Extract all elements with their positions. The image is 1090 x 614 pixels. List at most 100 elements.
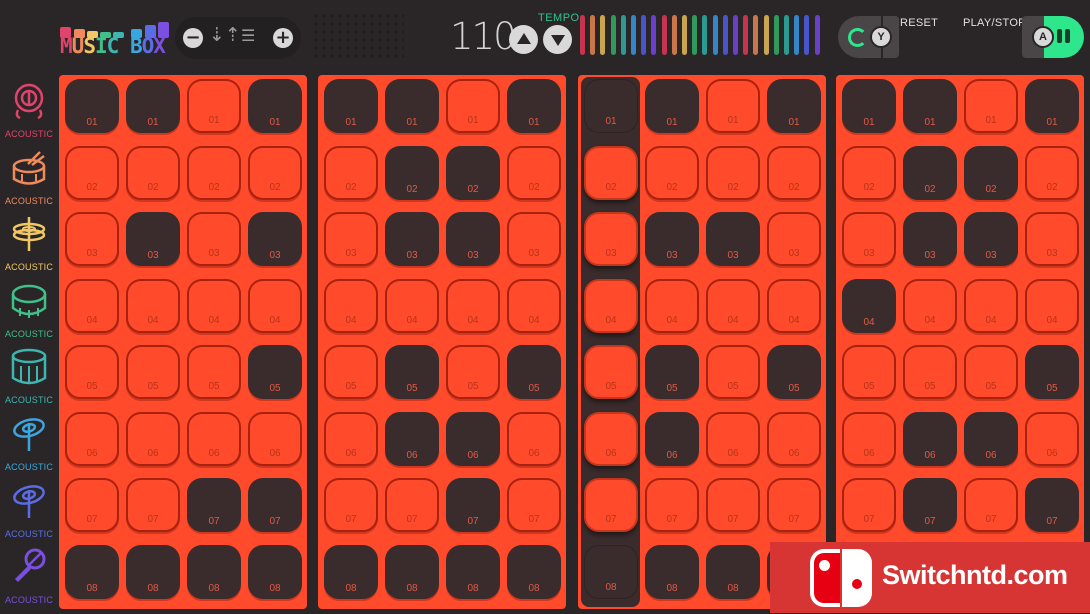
- step-cell[interactable]: 05: [446, 345, 500, 399]
- step-cell[interactable]: 05: [767, 345, 821, 399]
- step-cell[interactable]: 01: [1025, 79, 1079, 133]
- step-cell[interactable]: 01: [903, 79, 957, 133]
- step-cell[interactable]: 06: [385, 411, 439, 466]
- step-cell[interactable]: 06: [446, 411, 500, 466]
- step-cell[interactable]: 06: [248, 411, 302, 466]
- step-cell[interactable]: 07: [767, 478, 821, 532]
- step-cell[interactable]: 08: [645, 544, 699, 599]
- step-cell[interactable]: 04: [584, 278, 638, 333]
- instrument-6[interactable]: ACOUSTIC: [0, 415, 58, 481]
- step-cell[interactable]: 05: [126, 345, 180, 399]
- step-cell[interactable]: 04: [187, 278, 241, 333]
- instrument-5[interactable]: ACOUSTIC: [0, 348, 58, 414]
- sort-arrows-icon[interactable]: ⇣⇡: [209, 25, 241, 45]
- step-cell[interactable]: 04: [324, 278, 378, 333]
- step-cell[interactable]: 02: [248, 145, 302, 200]
- step-cell[interactable]: 03: [706, 212, 760, 266]
- step-cell[interactable]: 06: [964, 411, 1018, 466]
- step-cell[interactable]: 07: [446, 478, 500, 532]
- step-cell[interactable]: 07: [65, 478, 119, 532]
- step-cell[interactable]: 08: [187, 544, 241, 599]
- step-cell[interactable]: 07: [584, 478, 638, 532]
- step-cell[interactable]: 01: [187, 79, 241, 133]
- step-cell[interactable]: 04: [645, 278, 699, 333]
- step-cell[interactable]: 04: [507, 278, 561, 333]
- step-cell[interactable]: 06: [903, 411, 957, 466]
- step-cell[interactable]: 04: [126, 278, 180, 333]
- plus-circle-icon[interactable]: +: [273, 28, 293, 48]
- step-cell[interactable]: 03: [507, 212, 561, 266]
- step-cell[interactable]: 06: [767, 411, 821, 466]
- step-cell[interactable]: 03: [65, 212, 119, 266]
- step-cell[interactable]: 05: [248, 345, 302, 399]
- step-cell[interactable]: 05: [385, 345, 439, 399]
- step-cell[interactable]: 03: [324, 212, 378, 266]
- tempo-down-button[interactable]: [543, 25, 572, 54]
- step-cell[interactable]: 02: [645, 145, 699, 200]
- step-cell[interactable]: 04: [65, 278, 119, 333]
- step-cell[interactable]: 02: [507, 145, 561, 200]
- step-cell[interactable]: 06: [187, 411, 241, 466]
- step-cell[interactable]: 05: [187, 345, 241, 399]
- step-cell[interactable]: 02: [385, 145, 439, 200]
- instrument-1[interactable]: ACOUSTIC: [0, 82, 58, 148]
- step-cell[interactable]: 02: [903, 145, 957, 200]
- step-cell[interactable]: 04: [1025, 278, 1079, 333]
- minus-circle-icon[interactable]: −: [183, 28, 203, 48]
- step-cell[interactable]: 03: [126, 212, 180, 266]
- step-cell[interactable]: 02: [842, 145, 896, 200]
- step-cell[interactable]: 01: [385, 79, 439, 133]
- step-cell[interactable]: 08: [248, 544, 302, 599]
- step-cell[interactable]: 06: [645, 411, 699, 466]
- instrument-4[interactable]: ACOUSTIC: [0, 282, 58, 348]
- step-cell[interactable]: 01: [248, 79, 302, 133]
- step-cell[interactable]: 03: [903, 212, 957, 266]
- step-cell[interactable]: 04: [248, 278, 302, 333]
- step-cell[interactable]: 04: [964, 278, 1018, 333]
- step-cell[interactable]: 02: [324, 145, 378, 200]
- step-cell[interactable]: 06: [584, 411, 638, 466]
- step-cell[interactable]: 05: [645, 345, 699, 399]
- step-cell[interactable]: 06: [706, 411, 760, 466]
- step-cell[interactable]: 01: [507, 79, 561, 133]
- step-cell[interactable]: 04: [706, 278, 760, 333]
- step-cell[interactable]: 06: [842, 411, 896, 466]
- step-cell[interactable]: 05: [584, 345, 638, 399]
- step-cell[interactable]: 05: [706, 345, 760, 399]
- step-cell[interactable]: 01: [964, 79, 1018, 133]
- instrument-8[interactable]: ACOUSTIC: [0, 548, 58, 614]
- step-cell[interactable]: 07: [187, 478, 241, 532]
- step-cell[interactable]: 07: [842, 478, 896, 532]
- step-cell[interactable]: 02: [584, 145, 638, 200]
- step-cell[interactable]: 07: [706, 478, 760, 532]
- step-cell[interactable]: 04: [767, 278, 821, 333]
- step-cell[interactable]: 05: [507, 345, 561, 399]
- step-cell[interactable]: 02: [964, 145, 1018, 200]
- step-cell[interactable]: 06: [324, 411, 378, 466]
- step-cell[interactable]: 01: [842, 79, 896, 133]
- step-cell[interactable]: 03: [1025, 212, 1079, 266]
- sliders-icon[interactable]: ☰: [241, 26, 255, 46]
- step-cell[interactable]: 08: [507, 544, 561, 599]
- step-cell[interactable]: 08: [584, 544, 638, 599]
- step-cell[interactable]: 07: [903, 478, 957, 532]
- step-cell[interactable]: 07: [385, 478, 439, 532]
- step-cell[interactable]: 03: [248, 212, 302, 266]
- step-cell[interactable]: 02: [126, 145, 180, 200]
- step-cell[interactable]: 05: [1025, 345, 1079, 399]
- step-cell[interactable]: 02: [767, 145, 821, 200]
- step-cell[interactable]: 07: [248, 478, 302, 532]
- tempo-up-button[interactable]: [509, 25, 538, 54]
- play-stop-button[interactable]: A: [1022, 16, 1084, 58]
- step-cell[interactable]: 03: [964, 212, 1018, 266]
- instrument-2[interactable]: ACOUSTIC: [0, 149, 58, 215]
- step-cell[interactable]: 06: [1025, 411, 1079, 466]
- step-cell[interactable]: 01: [324, 79, 378, 133]
- step-cell[interactable]: 08: [706, 544, 760, 599]
- step-cell[interactable]: 04: [446, 278, 500, 333]
- step-cell[interactable]: 08: [324, 544, 378, 599]
- step-cell[interactable]: 08: [385, 544, 439, 599]
- step-cell[interactable]: 08: [65, 544, 119, 599]
- step-cell[interactable]: 05: [964, 345, 1018, 399]
- step-cell[interactable]: 05: [842, 345, 896, 399]
